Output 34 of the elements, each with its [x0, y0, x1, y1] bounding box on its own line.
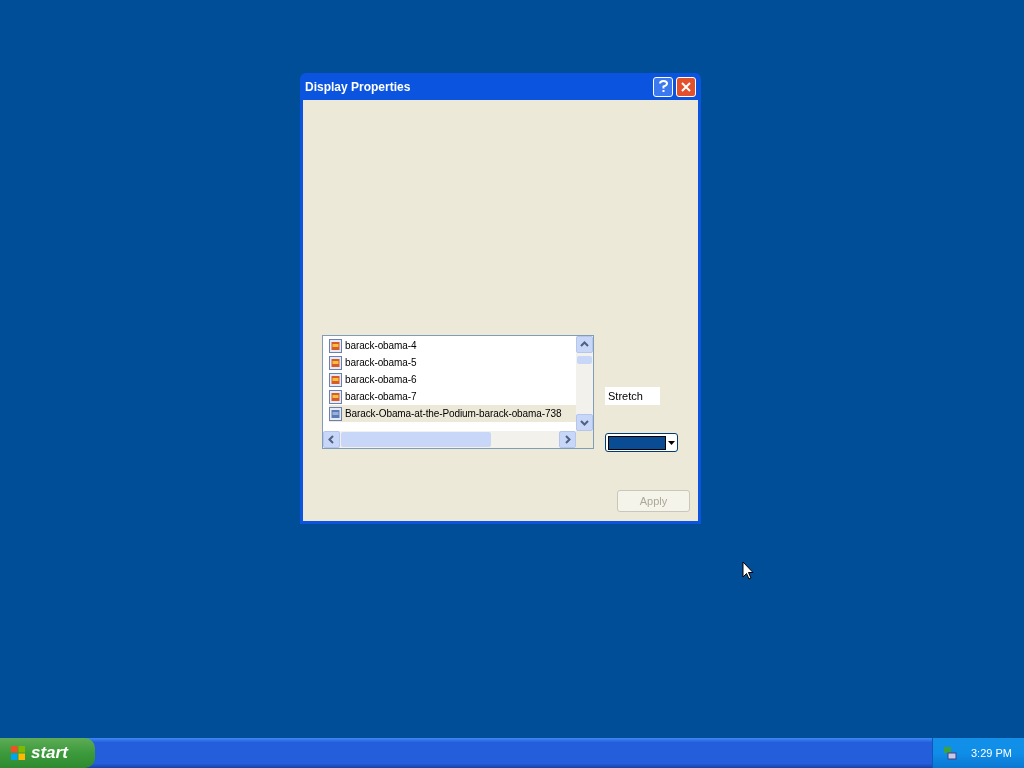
- scroll-down-button[interactable]: [576, 414, 593, 431]
- mouse-pointer-icon: [742, 561, 754, 580]
- file-list-item[interactable]: Barack-Obama-at-the-Podium-barack-obama-738: [329, 405, 576, 422]
- file-list-item[interactable]: barack-obama-6: [329, 371, 576, 388]
- scrollbar-thumb[interactable]: [577, 356, 592, 364]
- scrollbar-thumb[interactable]: [341, 432, 491, 447]
- scroll-up-button[interactable]: [576, 336, 593, 353]
- question-mark-icon: [658, 80, 668, 93]
- image-file-icon: [329, 338, 342, 353]
- clock: 3:29 PM: [971, 747, 1012, 759]
- chevron-down-icon[interactable]: [580, 418, 589, 427]
- window-title: Display Properties: [305, 79, 412, 94]
- scrollbar-corner: [576, 431, 593, 448]
- file-list-item[interactable]: barack-obama-7: [329, 388, 576, 405]
- start-button[interactable]: start: [0, 738, 95, 768]
- chevron-up-icon[interactable]: [580, 340, 589, 349]
- file-list-item[interactable]: barack-obama-5: [329, 354, 576, 371]
- image-file-icon: [329, 355, 342, 370]
- close-icon: [681, 81, 691, 92]
- chevron-right-icon[interactable]: [563, 435, 572, 444]
- position-field[interactable]: Stretch: [605, 387, 660, 405]
- close-button[interactable]: [676, 76, 696, 97]
- chevron-left-icon[interactable]: [327, 435, 336, 444]
- help-button[interactable]: [653, 76, 673, 97]
- image-file-icon: [329, 372, 342, 387]
- caret-icon: [668, 440, 675, 445]
- file-list-item[interactable]: barack-obama-4: [329, 337, 576, 354]
- image-file-icon: [329, 406, 342, 421]
- scroll-right-button[interactable]: [559, 431, 576, 448]
- color-dropdown[interactable]: [605, 433, 678, 452]
- windows-logo-icon: [10, 745, 26, 761]
- scroll-left-button[interactable]: [323, 431, 340, 448]
- image-file-icon: [329, 389, 342, 404]
- network-icon[interactable]: [943, 746, 957, 760]
